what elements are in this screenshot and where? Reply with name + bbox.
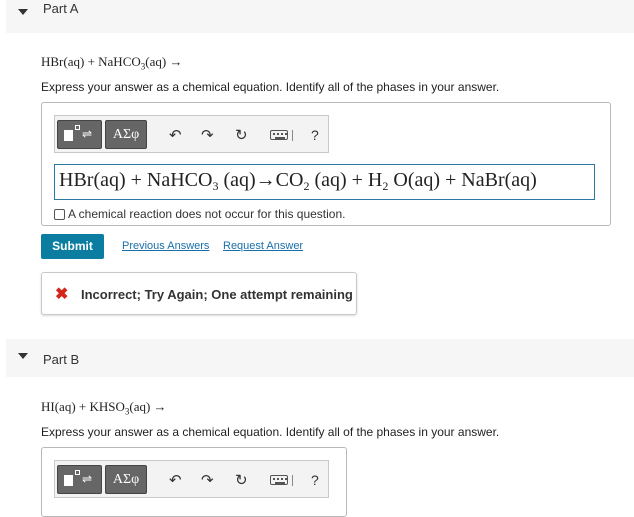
part-a-title: Part A [43, 1, 79, 16]
redo-icon[interactable]: ↷ [201, 471, 214, 489]
greek-symbols-button[interactable]: ΑΣφ [105, 465, 147, 494]
answer-equation-field[interactable]: HBr(aq) + NaHCO3 (aq)→CO2 (aq) + H2 O(aq… [54, 164, 595, 200]
equation-toolbar: ⇌ ΑΣφ ↶ ↷ ↻ ? [54, 460, 329, 498]
equation-toolbar: ⇌ ΑΣφ ↶ ↷ ↻ ? [54, 115, 329, 153]
redo-icon[interactable]: ↷ [201, 126, 214, 144]
no-reaction-checkbox[interactable] [54, 208, 65, 220]
submit-button[interactable]: Submit [41, 234, 104, 259]
reset-icon[interactable]: ↻ [235, 126, 248, 144]
help-button[interactable]: ? [311, 127, 319, 143]
keyboard-icon[interactable] [270, 130, 288, 140]
request-answer-link[interactable]: Request Answer [223, 240, 303, 252]
no-reaction-option[interactable]: A chemical reaction does not occur for t… [54, 207, 345, 221]
part-b-answer-box: ⇌ ΑΣφ ↶ ↷ ↻ ? [41, 447, 347, 517]
feedback-message: Incorrect; Try Again; One attempt remain… [81, 287, 353, 302]
error-icon: ✖ [55, 286, 69, 303]
greek-symbols-button[interactable]: ΑΣφ [105, 120, 147, 149]
part-b-title: Part B [43, 352, 80, 367]
no-reaction-label: A chemical reaction does not occur for t… [68, 207, 346, 221]
help-button[interactable]: ? [311, 472, 319, 488]
part-a-instructions: Express your answer as a chemical equati… [41, 80, 500, 94]
caret-down-icon[interactable] [18, 9, 28, 15]
part-a-answer-box: ⇌ ΑΣφ ↶ ↷ ↻ ? HBr(aq) + NaHCO3 (aq)→CO2 … [41, 102, 611, 226]
keyboard-icon[interactable] [270, 475, 288, 485]
toolbar-divider [292, 475, 293, 486]
part-b-instructions: Express your answer as a chemical equati… [41, 425, 500, 439]
part-b-question: HI(aq) + KHSO3(aq) → [41, 399, 167, 417]
undo-icon[interactable]: ↶ [169, 126, 182, 144]
feedback-box: ✖ Incorrect; Try Again; One attempt rema… [41, 272, 357, 315]
caret-down-icon[interactable] [18, 353, 28, 359]
part-a-header[interactable]: Part A [6, 0, 634, 33]
undo-icon[interactable]: ↶ [169, 471, 182, 489]
templates-button[interactable]: ⇌ [57, 120, 102, 149]
templates-button[interactable]: ⇌ [57, 465, 102, 494]
toolbar-divider [292, 130, 293, 141]
part-a-question: HBr(aq) + NaHCO3(aq) → [41, 54, 183, 72]
previous-answers-link[interactable]: Previous Answers [122, 240, 209, 252]
reset-icon[interactable]: ↻ [235, 471, 248, 489]
part-b-header[interactable]: Part B [6, 339, 634, 377]
